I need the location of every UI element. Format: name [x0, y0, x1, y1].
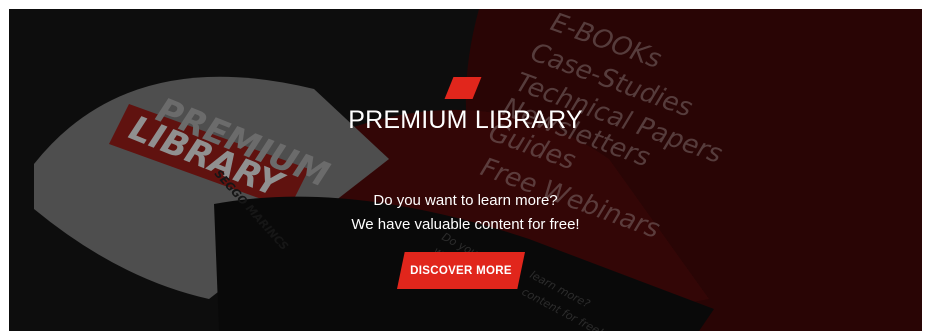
hero-subtitle-line2: We have valuable content for free!: [351, 216, 580, 233]
hero-subtitle: Do you want to learn more? We have valua…: [9, 189, 922, 237]
hero-subtitle-line1: Do you want to learn more?: [373, 192, 558, 209]
hero-title: PREMIUM LIBRARY: [348, 106, 583, 134]
discover-more-button[interactable]: DISCOVER MORE: [397, 252, 525, 289]
hero-banner: PREMIUM LIBRARY SEGGO MARINCS E-BOOKs Ca…: [9, 9, 922, 331]
